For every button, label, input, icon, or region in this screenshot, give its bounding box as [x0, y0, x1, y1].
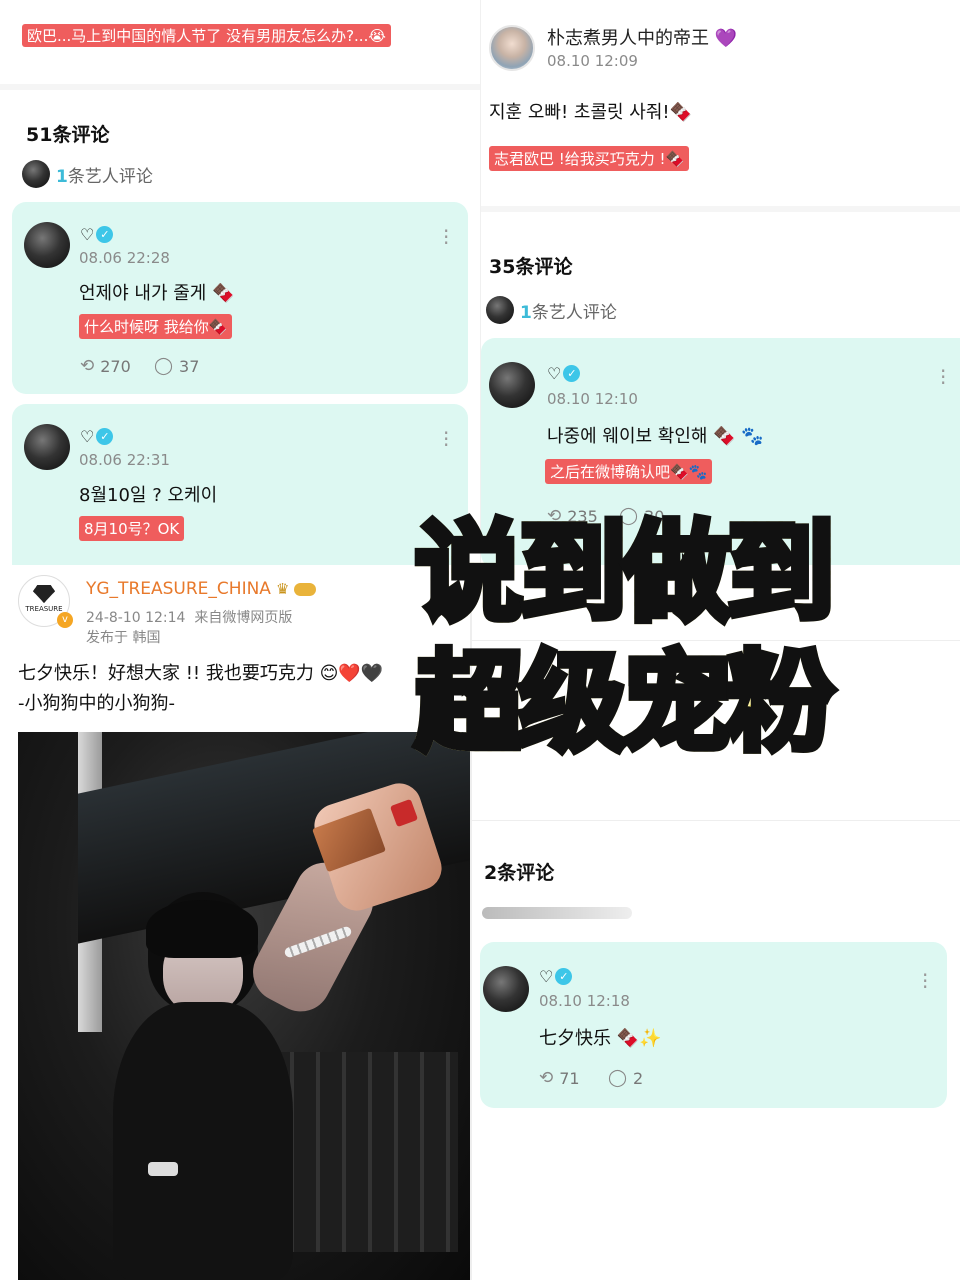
heart-icon: ♡ — [547, 363, 562, 383]
translation-label: 8月10号？OK — [79, 516, 185, 541]
username[interactable]: ♡ ✓ — [80, 224, 114, 244]
comment-card[interactable]: ♡ ✓ 08.10 12:18 七夕快乐 🍫✨ · · · ⟲ 71 ◯ 2 — [480, 942, 947, 1108]
repost-stat[interactable]: ⟲ 71 — [539, 1068, 580, 1088]
artist-comments-filter[interactable]: 1条艺人评论 — [22, 160, 153, 188]
more-dots-icon[interactable]: · · · — [443, 423, 449, 455]
repost-stat[interactable]: ⟲ 270 — [80, 356, 131, 376]
username[interactable]: ♡ ✓ — [547, 363, 581, 383]
reply-bubble-icon: ◯ — [154, 356, 174, 376]
post-location: 发布于 韩国 — [86, 630, 161, 646]
avatar — [486, 296, 514, 324]
avatar[interactable] — [483, 966, 529, 1012]
post-text: 七夕快乐！好想大家 !! 我也要巧克力 😊❤️🖤 — [18, 663, 384, 684]
account-name[interactable]: YG_TREASURE_CHINA ♛ — [86, 579, 317, 599]
translation-label: 之后在微博确认吧🍫🐾 — [545, 459, 713, 484]
comment-text: 七夕快乐 🍫✨ — [539, 1028, 662, 1049]
panel-top-left: 欧巴...马上到中国的情人节了 没有男朋友怎么办?...😭 51条评论 1条艺人… — [0, 0, 480, 565]
comment-time: 08.06 22:31 — [79, 451, 170, 469]
verified-badge-icon: v — [57, 612, 73, 628]
heart-icon: ♡ — [80, 224, 95, 244]
comment-count: 51条评论 — [26, 124, 110, 146]
reply-stat[interactable]: ◯ 2 — [608, 1068, 643, 1088]
comment-card[interactable]: ♡ ✓ 08.06 22:31 8월10일 ? 오케이 8月10号？OK · · · — [12, 404, 468, 565]
comment-time: 08.10 12:18 — [539, 992, 630, 1010]
crown-icon: ♛ — [275, 580, 290, 598]
artist-comments-filter[interactable]: 1条艺人评论 — [486, 296, 617, 324]
post-time: 08.10 12:09 — [547, 52, 638, 70]
reply-bubble-icon: ◯ — [608, 1068, 628, 1088]
username[interactable]: ♡ ✓ — [539, 966, 573, 986]
more-dots-icon[interactable]: · · · — [922, 965, 928, 997]
overlay-line-1: 说到做到 — [411, 511, 838, 636]
post-text: 지훈 오빠! 초콜릿 사줘!🍫 — [489, 102, 693, 123]
comment-text: 언제야 내가 줄게 🍫 — [79, 283, 235, 304]
comment-count: 35条评论 — [489, 256, 573, 278]
verified-check-icon: ✓ — [563, 365, 581, 382]
blurred-row — [482, 907, 632, 919]
more-dots-icon[interactable]: · · · — [443, 221, 449, 253]
translation-label: 志君欧巴 !给我买巧克力 !🍫 — [489, 146, 690, 171]
post-signature: -小狗狗中的小狗狗- — [18, 693, 175, 714]
post-banner: 欧巴...马上到中国的情人节了 没有男朋友怎么办?...😭 — [22, 24, 391, 47]
repost-icon: ⟲ — [539, 1068, 554, 1088]
verified-check-icon: ✓ — [555, 968, 573, 985]
comment-time: 08.10 12:10 — [547, 390, 638, 408]
username[interactable]: 朴志煮男人中的帝王 💜 — [547, 24, 737, 50]
avatar[interactable] — [24, 424, 70, 470]
panel-top-right: 朴志煮男人中的帝王 💜 08.10 12:09 지훈 오빠! 초콜릿 사줘!🍫 … — [480, 0, 960, 565]
comment-text: 나중에 웨이보 확인해 🍫 🐾 — [547, 426, 764, 447]
translation-label: 什么时候呀 我给你🍫 — [79, 314, 233, 339]
level-badge — [294, 582, 317, 596]
reply-stat[interactable]: ◯ 37 — [154, 356, 199, 376]
verified-check-icon: ✓ — [96, 428, 114, 445]
diamond-icon — [33, 585, 55, 603]
comment-count: 2条评论 — [484, 862, 555, 884]
repost-icon: ⟲ — [80, 356, 95, 376]
more-dots-icon[interactable]: · · · — [940, 361, 946, 393]
post-photo[interactable] — [18, 732, 470, 1280]
username[interactable]: ♡ ✓ — [80, 426, 114, 446]
avatar[interactable] — [24, 222, 70, 268]
comment-text: 8월10일 ? 오케이 — [79, 485, 218, 506]
avatar[interactable] — [489, 25, 535, 71]
avatar[interactable] — [489, 362, 535, 408]
comment-card[interactable]: ♡ ✓ 08.06 22:28 언제야 내가 줄게 🍫 什么时候呀 我给你🍫 ·… — [12, 202, 468, 394]
heart-icon: ♡ — [539, 966, 554, 986]
verified-check-icon: ✓ — [96, 226, 114, 243]
panel-bottom-left: TREASURE v YG_TREASURE_CHINA ♛ 24-8-10 1… — [0, 565, 470, 1280]
overlay-line-2: 超级宠粉 — [411, 641, 838, 766]
heart-icon: ♡ — [80, 426, 95, 446]
comment-time: 08.06 22:28 — [79, 249, 170, 267]
account-logo[interactable]: TREASURE v — [18, 575, 73, 628]
avatar — [22, 160, 50, 188]
post-meta: 24-8-10 12:14 来自微博网页版 — [86, 610, 293, 626]
